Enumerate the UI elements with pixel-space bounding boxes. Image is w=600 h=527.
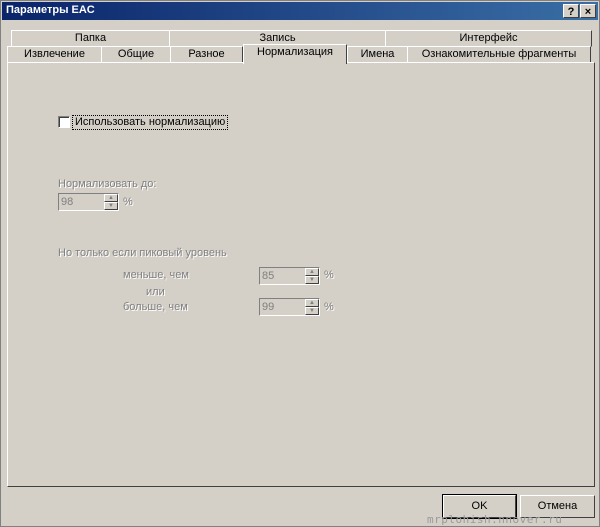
spin-up-arrow-icon[interactable]: ▲ [305,268,319,276]
spin-up-arrow-icon[interactable]: ▲ [305,299,319,307]
title-bar[interactable]: Параметры EAC ? × [2,2,598,20]
less-than-percent-sign: % [324,269,334,281]
tab-misc[interactable]: Разное [170,46,243,63]
use-normalization-checkbox[interactable] [58,116,70,128]
normalize-percent-sign: % [123,196,133,208]
normalize-to-label: Нормализовать до: [58,178,157,190]
spin-down-arrow-icon[interactable]: ▼ [305,276,319,284]
or-label: или [146,286,165,298]
greater-than-spinner[interactable]: 99 ▲ ▼ [259,298,320,316]
window-title: Параметры EAC [6,4,95,16]
greater-than-percent-sign: % [324,301,334,313]
tab-general[interactable]: Общие [101,46,171,63]
tab-folder[interactable]: Папка [11,30,170,47]
less-than-spinner[interactable]: 85 ▲ ▼ [259,267,320,285]
tab-interface[interactable]: Интерфейс [385,30,592,47]
use-normalization-label[interactable]: Использовать нормализацию [72,115,229,130]
normalization-panel: Использовать нормализацию Нормализовать … [7,62,595,487]
settings-dialog: Параметры EAC ? × Папка Запись Интерфейс… [0,0,600,527]
greater-than-value: 99 [262,301,275,313]
spin-down-arrow-icon[interactable]: ▼ [305,307,319,315]
tab-extraction[interactable]: Извлечение [7,46,102,63]
spin-up-arrow-icon[interactable]: ▲ [104,194,118,202]
less-than-value: 85 [262,270,275,282]
watermark: mrplohish.nnover.ru [427,513,563,526]
greater-than-label: больше, чем [123,301,188,313]
less-than-label: меньше, чем [123,269,189,281]
normalize-to-value: 98 [61,196,74,208]
close-button[interactable]: × [580,4,596,18]
spin-down-arrow-icon[interactable]: ▼ [104,202,118,210]
tab-normalization[interactable]: Нормализация [243,44,347,64]
tab-names[interactable]: Имена [347,46,408,63]
tab-preview-fragments[interactable]: Ознакомительные фрагменты [407,46,591,63]
peak-condition-label: Но только если пиковый уровень [58,247,227,259]
help-button[interactable]: ? [563,4,579,18]
normalize-to-spinner[interactable]: 98 ▲ ▼ [58,193,119,211]
